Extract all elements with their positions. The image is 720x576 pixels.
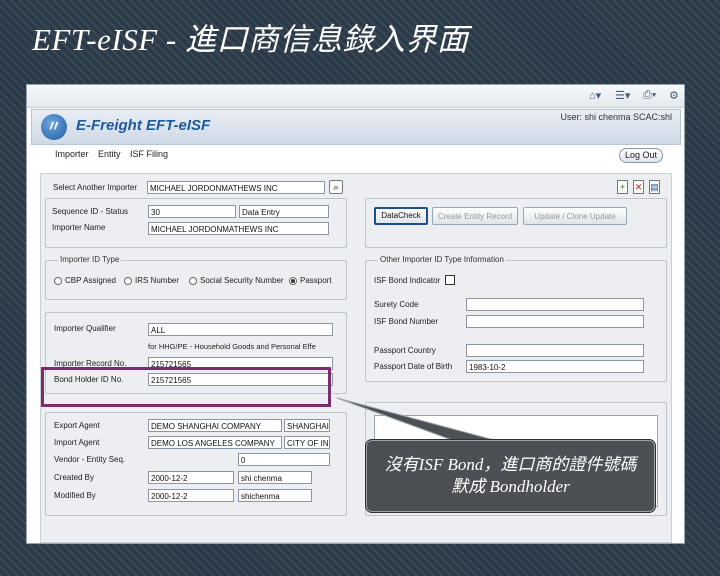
callout-text: 沒有ISF Bond，進口商的證件號碼默成 Bondholder — [384, 455, 637, 496]
callout-box: 沒有ISF Bond，進口商的證件號碼默成 Bondholder — [366, 440, 655, 512]
